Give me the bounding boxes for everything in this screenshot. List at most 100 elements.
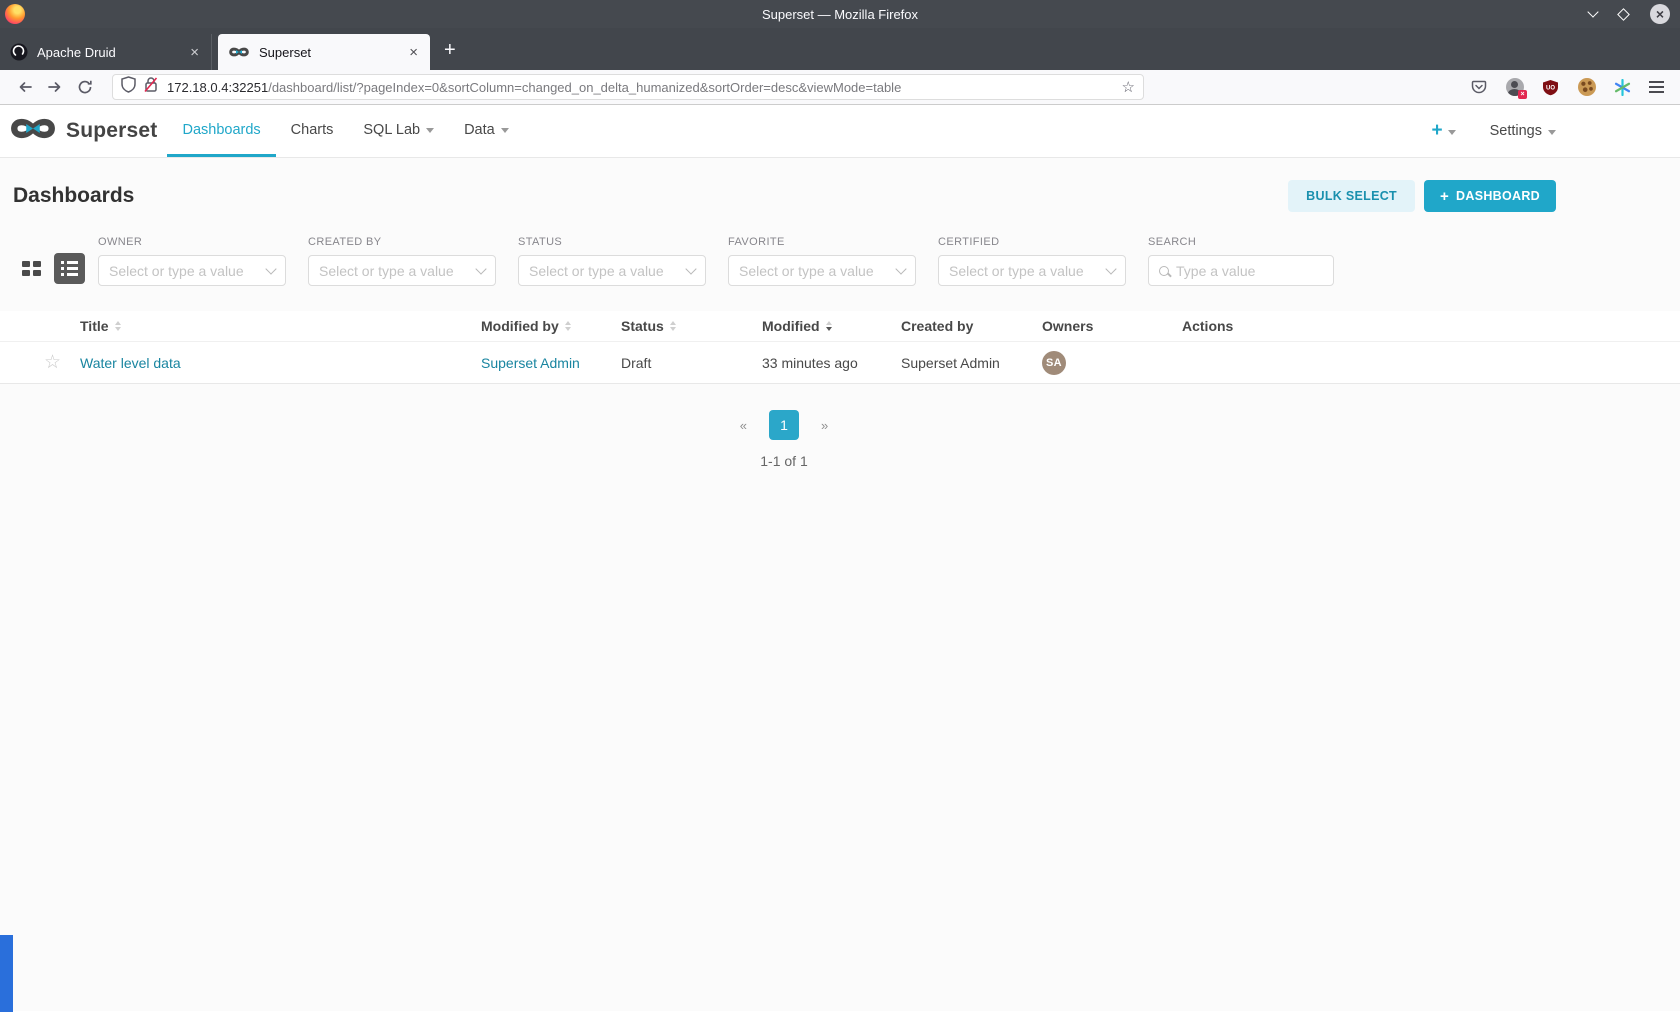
asterisk-extension-icon[interactable] bbox=[1613, 78, 1632, 97]
column-header-modified[interactable]: Modified bbox=[762, 318, 901, 334]
browser-toolbar: 172.18.0.4:32251/dashboard/list/?pageInd… bbox=[0, 70, 1680, 105]
status-filter-input[interactable] bbox=[529, 263, 687, 279]
menu-icon[interactable] bbox=[1649, 81, 1664, 92]
created-by-filter-select[interactable] bbox=[308, 255, 496, 286]
tab-title: Superset bbox=[259, 45, 407, 60]
back-icon[interactable] bbox=[10, 74, 40, 100]
nav-sql-lab[interactable]: SQL Lab bbox=[348, 105, 449, 157]
column-header-status[interactable]: Status bbox=[621, 318, 762, 334]
filter-bar: OWNER CREATED BY STATUS FAVORITE bbox=[0, 236, 1680, 286]
filter-label-created-by: CREATED BY bbox=[308, 236, 496, 248]
column-label: Owners bbox=[1042, 318, 1093, 334]
certified-filter-input[interactable] bbox=[949, 263, 1107, 279]
column-label: Modified bbox=[762, 318, 820, 334]
favorite-filter-input[interactable] bbox=[739, 263, 897, 279]
settings-menu[interactable]: Settings bbox=[1490, 123, 1556, 139]
chevron-down-icon bbox=[895, 263, 906, 274]
search-input[interactable] bbox=[1176, 263, 1323, 279]
filter-label-search: SEARCH bbox=[1148, 236, 1334, 248]
pocket-icon[interactable] bbox=[1469, 78, 1488, 97]
owner-filter-input[interactable] bbox=[109, 263, 267, 279]
new-tab-button[interactable]: + bbox=[430, 39, 470, 70]
column-label: Title bbox=[80, 318, 109, 334]
column-header-owners: Owners bbox=[1042, 318, 1182, 334]
new-dashboard-button[interactable]: + DASHBOARD bbox=[1424, 180, 1556, 212]
settings-label: Settings bbox=[1490, 123, 1542, 139]
chevron-down-icon bbox=[685, 263, 696, 274]
column-header-title[interactable]: Title bbox=[80, 318, 481, 334]
owner-filter-select[interactable] bbox=[98, 255, 286, 286]
table-header-row: Title Modified by Status Modified Create… bbox=[0, 311, 1680, 342]
search-box[interactable] bbox=[1148, 255, 1334, 286]
nav-label: Data bbox=[464, 122, 495, 138]
reload-icon[interactable] bbox=[70, 74, 100, 100]
window-close-icon[interactable]: × bbox=[1650, 4, 1670, 24]
bulk-select-button[interactable]: BULK SELECT bbox=[1288, 180, 1415, 212]
tab-close-icon[interactable]: × bbox=[407, 44, 420, 61]
pagination-page-1[interactable]: 1 bbox=[769, 410, 799, 440]
window-minimize-icon[interactable] bbox=[1587, 6, 1598, 17]
filter-label-certified: CERTIFIED bbox=[938, 236, 1126, 248]
forward-icon[interactable] bbox=[40, 74, 70, 100]
new-dashboard-label: DASHBOARD bbox=[1456, 189, 1540, 203]
superset-brand[interactable]: Superset bbox=[0, 105, 157, 157]
url-text: 172.18.0.4:32251/dashboard/list/?pageInd… bbox=[167, 80, 1122, 95]
column-header-created-by: Created by bbox=[901, 318, 1042, 334]
ublock-origin-icon[interactable]: UO bbox=[1541, 78, 1560, 97]
nav-data[interactable]: Data bbox=[449, 105, 524, 157]
window-title: Superset — Mozilla Firefox bbox=[0, 7, 1680, 22]
url-bar[interactable]: 172.18.0.4:32251/dashboard/list/?pageInd… bbox=[112, 74, 1144, 100]
column-label: Created by bbox=[901, 318, 973, 334]
tracking-shield-icon[interactable] bbox=[121, 76, 136, 98]
filter-label-owner: OWNER bbox=[98, 236, 286, 248]
chevron-down-icon bbox=[426, 128, 434, 133]
chevron-down-icon bbox=[265, 263, 276, 274]
dashboards-table: Title Modified by Status Modified Create… bbox=[0, 311, 1680, 384]
new-item-button[interactable]: + bbox=[1431, 120, 1455, 142]
list-view-toggle[interactable] bbox=[54, 253, 85, 284]
owner-avatar: SA bbox=[1042, 351, 1066, 375]
main-content: Dashboards BULK SELECT + DASHBOARD OW bbox=[0, 158, 1680, 1011]
created-by-cell: Superset Admin bbox=[901, 355, 1042, 371]
tab-superset[interactable]: Superset × bbox=[218, 34, 430, 70]
favorite-filter-select[interactable] bbox=[728, 255, 916, 286]
nav-label: SQL Lab bbox=[363, 122, 420, 138]
column-header-modified-by[interactable]: Modified by bbox=[481, 318, 621, 334]
modified-cell: 33 minutes ago bbox=[762, 355, 901, 371]
url-host: 172.18.0.4:32251 bbox=[167, 80, 268, 95]
created-by-filter-input[interactable] bbox=[319, 263, 477, 279]
plus-icon: + bbox=[1440, 188, 1449, 205]
sort-icon bbox=[115, 321, 121, 331]
modified-by-link[interactable]: Superset Admin bbox=[481, 355, 580, 371]
brand-name: Superset bbox=[66, 119, 157, 143]
search-icon bbox=[1159, 266, 1169, 276]
dashboard-title-link[interactable]: Water level data bbox=[80, 355, 181, 371]
pagination: « 1 » 1-1 of 1 bbox=[0, 410, 1568, 469]
card-view-toggle[interactable] bbox=[16, 253, 47, 284]
nav-label: Charts bbox=[291, 122, 334, 138]
nav-charts[interactable]: Charts bbox=[276, 105, 349, 157]
bookmark-star-icon[interactable]: ☆ bbox=[1122, 78, 1135, 96]
certified-filter-select[interactable] bbox=[938, 255, 1126, 286]
tab-close-icon[interactable]: × bbox=[188, 44, 201, 61]
nav-dashboards[interactable]: Dashboards bbox=[167, 105, 275, 157]
chevron-down-icon bbox=[501, 128, 509, 133]
column-label: Modified by bbox=[481, 318, 559, 334]
table-row: ☆ Water level data Superset Admin Draft … bbox=[0, 342, 1680, 384]
card-view-icon bbox=[22, 261, 41, 276]
status-filter-select[interactable] bbox=[518, 255, 706, 286]
profile-extension-icon[interactable]: × bbox=[1505, 78, 1524, 97]
cookie-extension-icon[interactable] bbox=[1577, 78, 1596, 97]
svg-text:UO: UO bbox=[1546, 85, 1555, 91]
pagination-prev-button[interactable]: « bbox=[740, 418, 747, 433]
column-label: Actions bbox=[1182, 318, 1233, 334]
page-title: Dashboards bbox=[13, 184, 134, 208]
insecure-lock-icon[interactable] bbox=[143, 76, 159, 98]
tab-apache-druid[interactable]: Apache Druid × bbox=[0, 34, 212, 70]
sort-icon bbox=[565, 321, 571, 331]
filter-label-favorite: FAVORITE bbox=[728, 236, 916, 248]
pagination-next-button[interactable]: » bbox=[821, 418, 828, 433]
superset-logo-icon bbox=[8, 115, 58, 147]
window-maximize-icon[interactable] bbox=[1617, 8, 1630, 21]
favorite-star-icon[interactable]: ☆ bbox=[44, 352, 61, 373]
